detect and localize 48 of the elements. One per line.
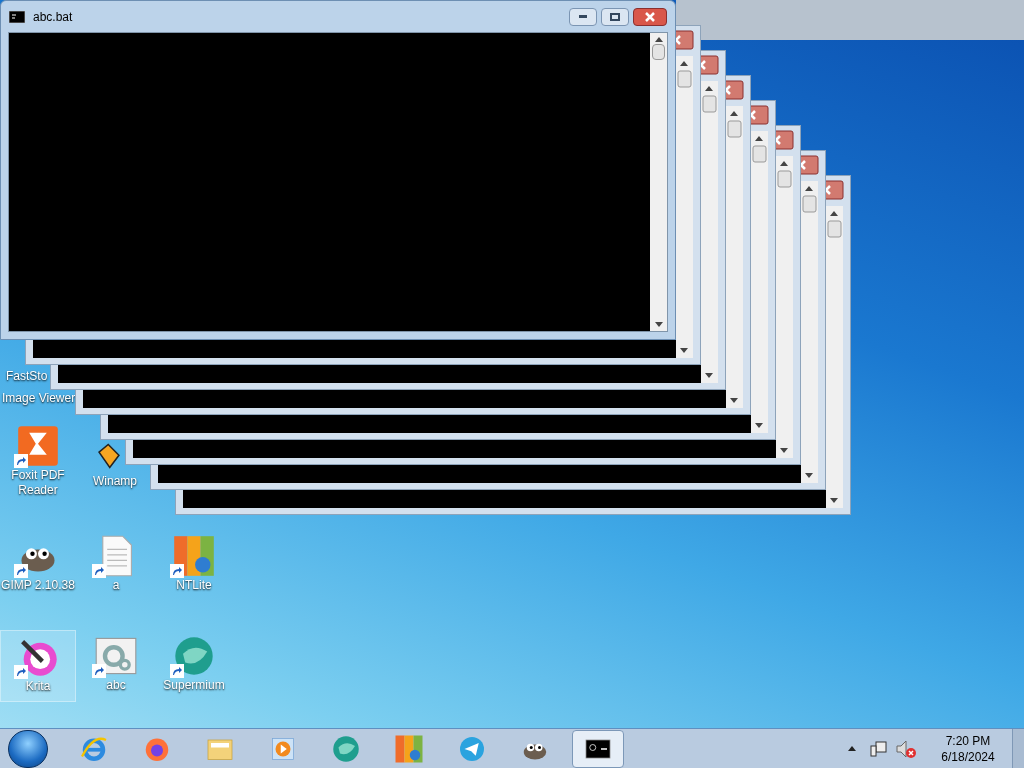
- desktop-icon[interactable]: GIMP 2.10.38: [0, 530, 76, 602]
- window-title: abc.bat: [33, 8, 73, 26]
- shortcut-arrow-icon: [92, 564, 106, 578]
- lightning-icon: [96, 443, 122, 469]
- network-icon[interactable]: [870, 739, 888, 758]
- console-app-icon: [9, 10, 25, 23]
- scroll-up-icon[interactable]: [654, 37, 663, 42]
- icon-label[interactable]: Winamp: [93, 474, 137, 489]
- vertical-scrollbar[interactable]: [650, 33, 667, 331]
- app-icon: [394, 733, 424, 764]
- shortcut-arrow-icon: [170, 564, 184, 578]
- desktop-icon[interactable]: NTLite: [156, 530, 232, 602]
- show-hidden-icons-icon[interactable]: [848, 746, 856, 751]
- maximize-icon: [610, 12, 620, 21]
- globe-blob-icon: [331, 733, 361, 764]
- icon-label: Supermium: [163, 678, 225, 693]
- maximize-button[interactable]: [601, 7, 629, 26]
- scrollbar-thumb[interactable]: [652, 44, 665, 60]
- app-icon: [172, 534, 216, 578]
- desktop-icon[interactable]: Krita: [0, 630, 76, 702]
- icon-label: GIMP 2.10.38: [1, 578, 75, 593]
- icon-label[interactable]: Image Viewer: [2, 391, 76, 406]
- clock-time[interactable]: 7:20 PM: [945, 732, 991, 749]
- minimize-icon: [579, 15, 587, 18]
- desktop-icon[interactable]: abc: [78, 630, 154, 702]
- icon-label: NTLite: [176, 578, 212, 593]
- taskbar-button[interactable]: [572, 729, 624, 768]
- shortcut-arrow-icon: [14, 564, 28, 578]
- icon-label: a: [112, 578, 120, 593]
- start-button[interactable]: [8, 729, 48, 768]
- document-app-icon: [16, 424, 60, 468]
- shortcut-arrow-icon: [92, 664, 106, 678]
- icon-label[interactable]: FastSto: [6, 369, 48, 384]
- desktop-icon[interactable]: a: [78, 530, 154, 602]
- desktop-icon[interactable]: Supermium: [156, 630, 232, 702]
- close-icon: [645, 11, 655, 22]
- icon-label: Krita: [25, 679, 51, 694]
- minimize-button[interactable]: [569, 7, 597, 26]
- scroll-down-icon[interactable]: [654, 322, 663, 327]
- shortcut-arrow-icon: [14, 665, 28, 679]
- icon-label: Foxit PDF: [11, 468, 65, 483]
- shortcut-arrow-icon: [170, 664, 184, 678]
- globe-blob-icon: [172, 634, 216, 678]
- shortcut-arrow-icon: [14, 454, 28, 468]
- icon-label: abc: [106, 678, 126, 693]
- speaker-icon[interactable]: [896, 739, 916, 758]
- close-button[interactable]: [633, 7, 667, 26]
- clock-date[interactable]: 6/18/2024: [941, 748, 995, 765]
